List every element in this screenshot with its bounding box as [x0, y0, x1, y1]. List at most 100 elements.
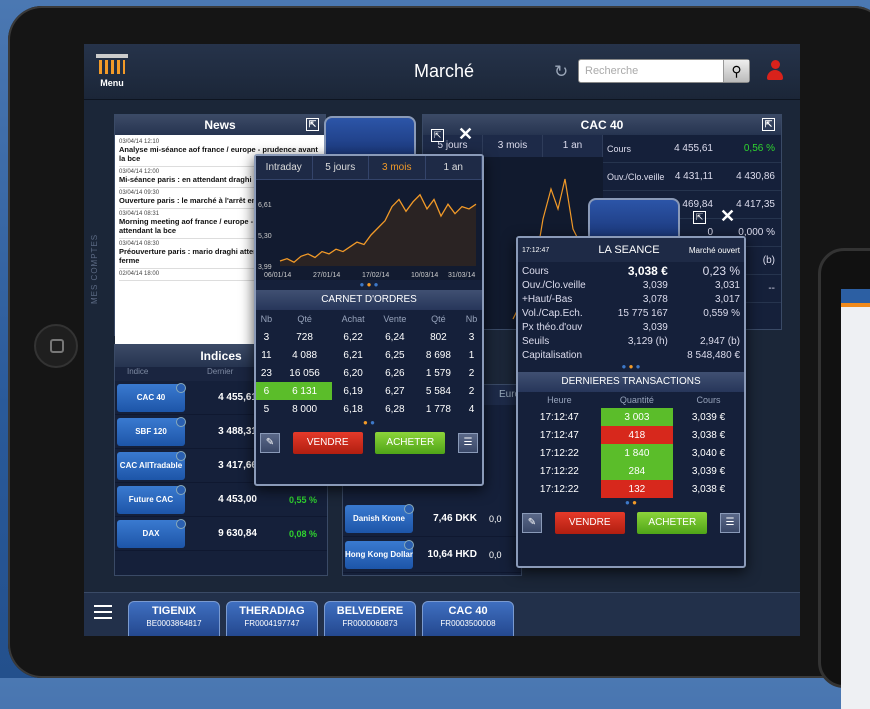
currency-name-chip[interactable]: Danish Krone	[345, 503, 414, 533]
col-indice[interactable]: Indice	[115, 367, 195, 381]
index-name-chip[interactable]: Future CAC	[117, 484, 186, 514]
currency-value: 7,46 DKK	[433, 513, 477, 524]
index-value: 4 455,61	[218, 392, 257, 403]
seance-header: 17:12:47 LA SEANCE Marché ouvert	[518, 238, 744, 262]
tab-3-mois[interactable]: 3 mois	[483, 135, 543, 157]
currency-change: 0,0	[489, 513, 502, 524]
close-icon[interactable]: ✕	[458, 124, 473, 145]
search-input[interactable]: Recherche ⚲	[578, 59, 750, 83]
page-dots: ● ●	[625, 498, 637, 507]
period-tab[interactable]: 3 mois	[369, 156, 426, 179]
list-icon[interactable]: ☰	[719, 513, 740, 533]
bottom-tab[interactable]: CAC 40 FR0003500008	[422, 601, 514, 636]
orderbook-row[interactable]: 3 728 6,22 6,24 802 3	[256, 328, 482, 346]
transaction-row[interactable]: 17:12:22 1 840 3,040 €	[518, 444, 744, 462]
expand-icon[interactable]: ⇱	[762, 118, 775, 131]
seance-row: Px théo.d'ouv 3,039	[518, 320, 744, 334]
orderbook-cell: 6,22	[343, 331, 363, 343]
period-tab[interactable]: 1 an	[426, 156, 482, 179]
orderbook-cell: 6,20	[343, 367, 363, 379]
menu-label: Menu	[100, 78, 124, 88]
orderbook-cell: 5 584	[425, 385, 451, 397]
transaction-price: 3,040 €	[691, 447, 726, 459]
seance-row: Vol./Cap.Ech. 15 775 167 0,559 %	[518, 306, 744, 320]
index-row[interactable]: DAX 9 630,84 0,08 %	[115, 517, 327, 551]
orderbook-cell: 6,21	[343, 349, 363, 361]
orderbook-row[interactable]: 66 131 6,19 6,27 5 584 2	[256, 382, 482, 400]
orderbook-row[interactable]: 23 16 056 6,20 6,26 1 579 2	[256, 364, 482, 382]
transaction-row[interactable]: 17:12:47 3 003 3,039 €	[518, 408, 744, 426]
transaction-time: 17:12:47	[539, 411, 579, 423]
sell-button[interactable]: VENDRE	[292, 432, 363, 454]
tab-1-an[interactable]: 1 an	[543, 135, 603, 157]
transaction-qty: 418	[600, 426, 674, 444]
currency-change: 0,0	[489, 549, 502, 560]
period-tab[interactable]: Intraday	[256, 156, 313, 179]
app-screen: Menu Marché ↻ Recherche ⚲ MES COMPTES New…	[84, 44, 800, 636]
bottom-bar: TIGENIX BE0003864817 THERADIAG FR0004197747…	[84, 592, 800, 636]
orderbook-cell: 3	[468, 331, 475, 343]
buy-button[interactable]: ACHETER	[637, 512, 708, 534]
x-tick-label: 06/01/14	[264, 272, 291, 279]
index-value: 3 488,31	[218, 426, 257, 437]
transaction-row[interactable]: 17:12:22 284 3,039 €	[518, 462, 744, 480]
currency-row[interactable]: Hong Kong Dollar 10,64 HKD 0,0	[343, 537, 521, 573]
transaction-row[interactable]: 17:12:22 132 3,038 €	[518, 480, 744, 498]
index-name-chip[interactable]: CAC 40	[117, 382, 186, 412]
transaction-row[interactable]: 17:12:47 418 3,038 €	[518, 426, 744, 444]
sell-button[interactable]: VENDRE	[554, 512, 625, 534]
orderbook-header: Achat	[341, 314, 365, 324]
index-name-chip[interactable]: DAX	[117, 518, 186, 548]
index-change: 0,08 %	[288, 528, 317, 539]
home-button[interactable]	[34, 324, 78, 368]
transaction-price: 3,039 €	[691, 411, 726, 423]
seance-value-2: 0,559 %	[703, 307, 740, 319]
orderbook-cell: 6,27	[385, 385, 405, 397]
phone-frame	[818, 248, 870, 709]
orderbook-row[interactable]: 11 4 088 6,21 6,25 8 698 1	[256, 346, 482, 364]
hamburger-icon[interactable]	[94, 605, 112, 619]
orderbook-cell: 1 579	[425, 367, 451, 379]
menu-button[interactable]: Menu	[90, 50, 134, 96]
page-dots: ● ●	[363, 418, 375, 427]
expand-icon[interactable]: ⇱	[693, 211, 706, 224]
popup-tab-flap[interactable]	[588, 198, 680, 240]
transaction-time: 17:12:22	[539, 465, 579, 477]
index-row[interactable]: Future CAC 4 453,00 0,55 %	[115, 483, 327, 517]
x-tick-label: 27/01/14	[313, 272, 340, 279]
pin-icon[interactable]: ✎	[260, 433, 280, 453]
seance-row: Capitalisation 8 548,480 €	[518, 348, 744, 362]
pin-icon[interactable]: ✎	[522, 513, 542, 533]
mes-comptes-tab[interactable]: MES COMPTES	[90, 234, 99, 304]
expand-icon[interactable]: ⇱	[431, 129, 444, 142]
user-icon[interactable]	[766, 60, 784, 82]
seance-popup: 17:12:47 LA SEANCE Marché ouvert Cours 3,…	[516, 236, 746, 568]
list-icon[interactable]: ☰	[457, 433, 478, 453]
x-tick-label: 17/02/14	[362, 272, 389, 279]
refresh-icon[interactable]: ↻	[554, 62, 568, 82]
page-dots: ● ● ●	[621, 362, 641, 371]
bottom-tab[interactable]: BELVEDERE FR0000060873	[324, 601, 416, 636]
bottom-tab[interactable]: THERADIAG FR0004197747	[226, 601, 318, 636]
index-name-chip[interactable]: SBF 120	[117, 416, 186, 446]
transaction-time: 17:12:47	[539, 429, 579, 441]
search-icon[interactable]: ⚲	[723, 60, 749, 82]
popup-tab-flap[interactable]	[324, 116, 416, 158]
bottom-tab[interactable]: TIGENIX BE0003864817	[128, 601, 220, 636]
transaction-qty: 1 840	[600, 444, 674, 462]
seance-value: 3,039	[642, 279, 668, 291]
buy-button[interactable]: ACHETER	[375, 432, 446, 454]
transaction-price: 3,038 €	[691, 483, 726, 495]
expand-icon[interactable]: ⇱	[306, 118, 319, 131]
period-tab[interactable]: 5 jours	[313, 156, 369, 179]
orderbook-cell: 6,25	[385, 349, 405, 361]
x-tick-label: 10/03/14	[411, 272, 438, 279]
index-name-chip[interactable]: CAC AllTradable	[117, 450, 186, 480]
currency-name-chip[interactable]: Hong Kong Dollar	[345, 539, 414, 569]
bottom-tab-code: BE0003864817	[146, 619, 202, 628]
market-status: Marché ouvert	[688, 245, 740, 255]
index-value: 3 417,66	[218, 460, 257, 471]
close-icon[interactable]: ✕	[720, 206, 735, 227]
orderbook-row[interactable]: 5 8 000 6,18 6,28 1 778 4	[256, 400, 482, 418]
currency-row[interactable]: Danish Krone 7,46 DKK 0,0	[343, 501, 521, 537]
